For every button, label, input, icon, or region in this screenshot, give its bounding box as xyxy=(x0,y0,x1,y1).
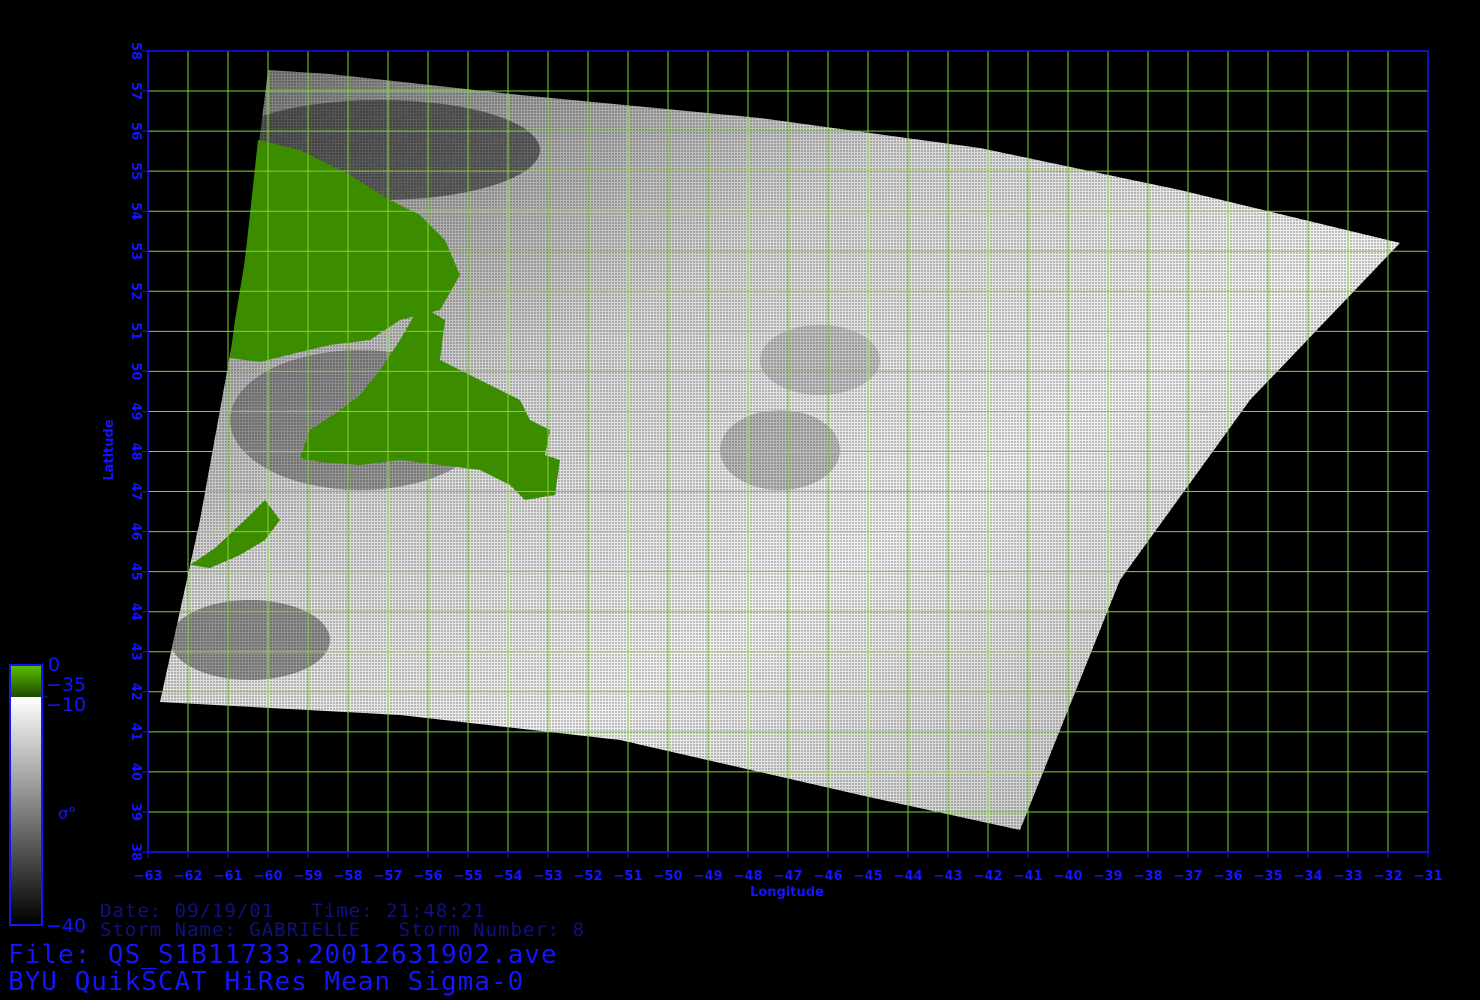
colorbar xyxy=(9,664,48,926)
lat-tick-label-7: 45 xyxy=(128,563,143,581)
colorbar-label-0: 0 xyxy=(48,654,61,676)
lon-tick-label-13: −50 xyxy=(654,869,683,884)
lon-tick-label-19: −44 xyxy=(894,869,923,884)
lat-tick-label-12: 50 xyxy=(128,362,143,380)
lat-tick-label-20: 58 xyxy=(128,42,143,60)
lon-tick-label-20: −43 xyxy=(934,869,963,884)
lon-tick-label-11: −52 xyxy=(574,869,603,884)
lon-tick-label-1: −62 xyxy=(174,869,203,884)
lon-tick-label-8: −55 xyxy=(454,869,483,884)
sigma0-map: −63 −62 −61 −60 −59 −58 −57 −56 −55 −54 −53 −52 −51−… xyxy=(9,42,1443,926)
lat-tick-label-0: 38 xyxy=(128,843,143,861)
lon-tick-label-15: −48 xyxy=(734,869,763,884)
x-axis-label: Longitude xyxy=(750,885,824,900)
lon-tick-label-26: −37 xyxy=(1174,869,1203,884)
lon-tick-label-9: −54 xyxy=(494,869,523,884)
lon-tick-label-6: −57 xyxy=(374,869,403,884)
file-line: File: QS_S1B11733.20012631902.ave xyxy=(8,940,558,970)
lat-tick-label-3: 41 xyxy=(128,723,143,741)
lat-tick-label-8: 46 xyxy=(128,523,143,541)
lat-tick-label-19: 57 xyxy=(128,82,143,100)
lat-tick-label-2: 40 xyxy=(128,763,143,781)
lon-tick-label-18: −45 xyxy=(854,869,883,884)
lon-tick-label-7: −56 xyxy=(414,869,443,884)
y-axis-label: Latitude xyxy=(102,419,117,481)
lon-tick-label-5: −58 xyxy=(334,869,363,884)
lon-tick-label-3: −60 xyxy=(254,869,283,884)
lon-tick-label-10: −53 xyxy=(534,869,563,884)
lon-tick-label-29: −34 xyxy=(1294,869,1323,884)
lon-tick-label-4: −59 xyxy=(294,869,323,884)
lon-tick-label-2: −61 xyxy=(214,869,243,884)
lat-tick-label-15: 53 xyxy=(128,242,143,260)
lon-tick-label-28: −35 xyxy=(1254,869,1283,884)
page-title: BYU QuikSCAT HiRes Mean Sigma-0 xyxy=(8,967,525,997)
lat-tick-label-4: 42 xyxy=(128,683,143,701)
lon-tick-label-22: −41 xyxy=(1014,869,1043,884)
colorbar-symbol: σ° xyxy=(58,804,77,823)
lon-tick-label-12: −51 xyxy=(614,869,643,884)
colorbar-label-minus40: −40 xyxy=(46,915,87,937)
lat-tick-label-17: 55 xyxy=(128,162,143,180)
lon-tick-label-21: −42 xyxy=(974,869,1003,884)
lon-tick-label-14: −49 xyxy=(694,869,723,884)
lon-tick-label-30: −33 xyxy=(1334,869,1363,884)
swath xyxy=(160,70,1400,830)
lon-tick-label-24: −39 xyxy=(1094,869,1123,884)
lat-tick-label-1: 39 xyxy=(128,803,143,821)
lat-tick-label-6: 44 xyxy=(128,603,143,621)
storm-line: Storm Name: GABRIELLE Storm Number: 8 xyxy=(100,919,586,941)
lon-tick-label-16: −47 xyxy=(774,869,803,884)
colorbar-label-minus35: −35 xyxy=(46,674,87,696)
lat-tick-label-11: 49 xyxy=(128,402,143,420)
lon-tick-label-32: −31 xyxy=(1414,869,1443,884)
lat-tick-label-9: 47 xyxy=(128,483,143,501)
lat-tick-label-10: 48 xyxy=(128,442,143,460)
lon-tick-label-23: −40 xyxy=(1054,869,1083,884)
lon-tick-label-25: −38 xyxy=(1134,869,1163,884)
lat-tick-label-13: 51 xyxy=(128,322,143,340)
lon-tick-label-0: −63 xyxy=(134,869,163,884)
lat-tick-label-18: 56 xyxy=(128,122,143,140)
lon-tick-label-27: −36 xyxy=(1214,869,1243,884)
lat-tick-label-14: 52 xyxy=(128,282,143,300)
lat-tick-label-16: 54 xyxy=(128,202,143,220)
lon-tick-label-31: −32 xyxy=(1374,869,1403,884)
lat-tick-label-5: 43 xyxy=(128,643,143,661)
latitude-tick-labels: 38 39 40 41 42 43 44 45 46 47 48 49 50 51 52 53 54 55 56 57… xyxy=(128,42,143,861)
lon-tick-label-17: −46 xyxy=(814,869,843,884)
longitude-tick-labels: −63 −62 −61 −60 −59 −58 −57 −56 −55 −54 −53 −52 −51−… xyxy=(134,869,1443,884)
colorbar-label-minus10: −10 xyxy=(46,694,87,716)
